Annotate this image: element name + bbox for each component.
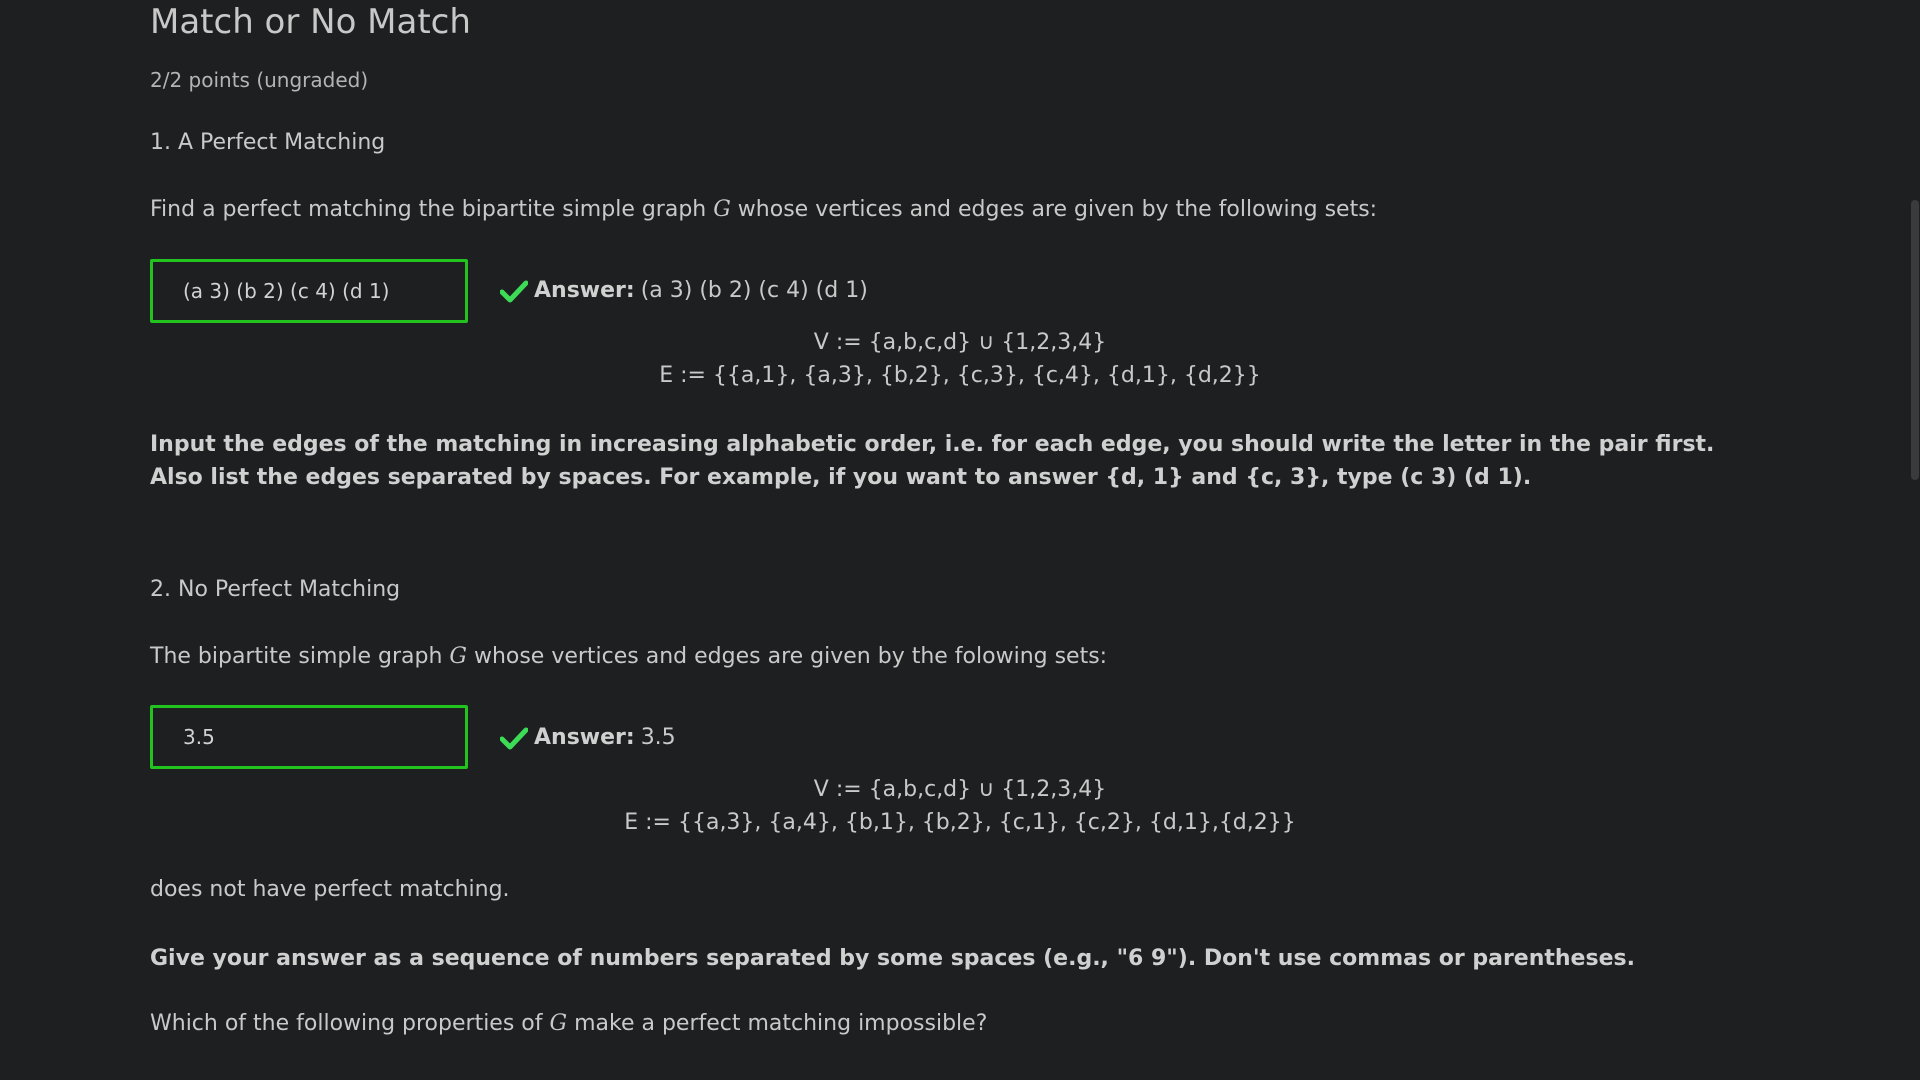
- checkmark-icon: [500, 727, 528, 749]
- part2-answer-value: 3.5: [640, 725, 676, 750]
- part2-answer-input[interactable]: 3.5: [150, 705, 468, 769]
- part2-prompt-before: The bipartite simple graph: [150, 644, 450, 669]
- part1-graph-symbol: G: [713, 197, 731, 222]
- problem-title: Match or No Match: [150, 2, 471, 42]
- checkmark-icon: [500, 280, 528, 302]
- part2-prompt-after: whose vertices and edges are given by th…: [466, 644, 1108, 669]
- part1-prompt-after: whose vertices and edges are given by th…: [730, 197, 1378, 222]
- part1-vertices: V := {a,b,c,d} ∪ {1,2,3,4}: [813, 330, 1107, 355]
- part1-answer-feedback: Answer: (a 3) (b 2) (c 4) (d 1): [500, 278, 868, 303]
- part1-edges: E := {{a,1}, {a,3}, {b,2}, {c,3}, {c,4},…: [659, 363, 1261, 388]
- page: Match or No Match 2/2 points (ungraded) …: [0, 0, 1920, 1080]
- part2-question-before: Which of the following properties of: [150, 1011, 550, 1036]
- part2-vertices: V := {a,b,c,d} ∪ {1,2,3,4}: [813, 777, 1107, 802]
- part2-instructions: Give your answer as a sequence of number…: [150, 946, 1635, 971]
- part1-answer-label: Answer:: [534, 278, 635, 303]
- part2-input-value: 3.5: [183, 725, 215, 749]
- part2-no-matching-text: does not have perfect matching.: [150, 877, 510, 902]
- part2-answer-label: Answer:: [534, 725, 635, 750]
- part1-prompt-before: Find a perfect matching the bipartite si…: [150, 197, 714, 222]
- part1-input-value: (a 3) (b 2) (c 4) (d 1): [183, 279, 390, 303]
- part2-graph-symbol: G: [449, 644, 467, 669]
- part1-answer-value: (a 3) (b 2) (c 4) (d 1): [640, 278, 868, 303]
- part2-prompt: The bipartite simple graph G whose verti…: [150, 644, 1107, 669]
- part1-answer-input[interactable]: (a 3) (b 2) (c 4) (d 1): [150, 259, 468, 323]
- part1-instructions: Input the edges of the matching in incre…: [150, 432, 1715, 490]
- part2-question-symbol: G: [549, 1011, 568, 1036]
- part1-heading: 1. A Perfect Matching: [150, 130, 386, 155]
- scrollbar-thumb[interactable]: [1911, 200, 1919, 480]
- part2-question: Which of the following properties of G m…: [150, 1011, 987, 1036]
- problem-points: 2/2 points (ungraded): [150, 68, 369, 92]
- part1-prompt: Find a perfect matching the bipartite si…: [150, 197, 1377, 222]
- part2-edges: E := {{a,3}, {a,4}, {b,1}, {b,2}, {c,1},…: [624, 810, 1296, 835]
- part2-answer-feedback: Answer: 3.5: [500, 725, 676, 750]
- part2-question-after: make a perfect matching impossible?: [567, 1011, 988, 1036]
- part2-heading: 2. No Perfect Matching: [150, 577, 401, 602]
- scrollbar[interactable]: [1910, 0, 1920, 1080]
